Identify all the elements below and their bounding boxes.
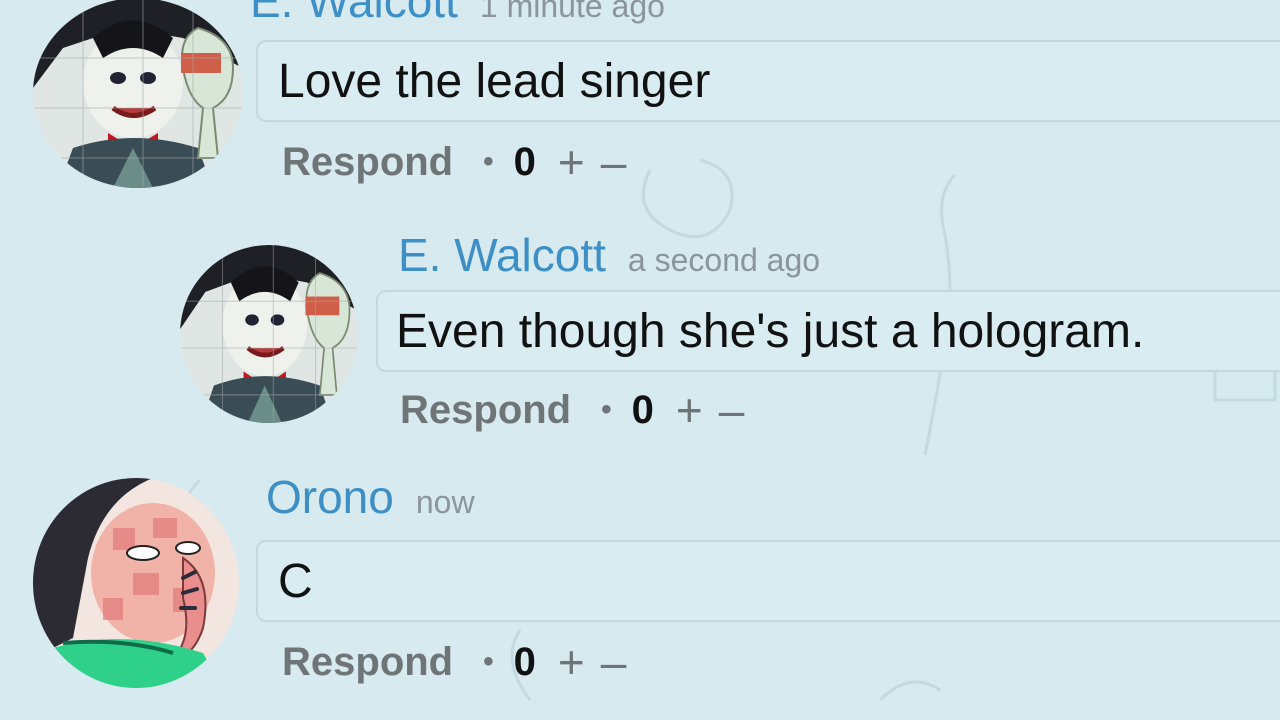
separator-dot: • [483, 145, 494, 178]
comment-text: Love the lead singer [278, 54, 711, 108]
comment-text: Even though she's just a hologram. [396, 304, 1145, 358]
comment-text-box: Love the lead singer [256, 40, 1280, 122]
respond-button[interactable]: Respond [400, 388, 571, 433]
downvote-button[interactable]: – [719, 383, 745, 437]
avatar[interactable] [180, 245, 358, 423]
separator-dot: • [483, 645, 494, 678]
respond-button[interactable]: Respond [282, 140, 453, 185]
timestamp: a second ago [627, 242, 821, 278]
separator-dot: • [601, 393, 612, 426]
comment-text: C [278, 554, 313, 608]
upvote-button[interactable]: + [558, 635, 585, 689]
avatar[interactable] [33, 478, 239, 688]
vote-score: 0 [513, 139, 536, 184]
upvote-button[interactable]: + [558, 135, 585, 189]
vampire-avatar-image [33, 0, 243, 188]
author-name[interactable]: E. Walcott [250, 0, 458, 28]
vote-score: 0 [513, 639, 536, 684]
woman-portrait-avatar-image [33, 478, 239, 688]
author-name[interactable]: Orono [266, 470, 394, 524]
author-name[interactable]: E. Walcott [398, 228, 606, 282]
downvote-button[interactable]: – [601, 635, 627, 689]
vote-score: 0 [631, 387, 654, 432]
upvote-button[interactable]: + [676, 383, 703, 437]
respond-button[interactable]: Respond [282, 640, 453, 685]
timestamp: now [415, 484, 475, 520]
downvote-button[interactable]: – [601, 135, 627, 189]
vampire-avatar-image [180, 245, 358, 423]
timestamp: 1 minute ago [479, 0, 665, 24]
avatar[interactable] [33, 0, 243, 188]
comment-text-box: Even though she's just a hologram. [376, 290, 1280, 372]
comment-text-box: C [256, 540, 1280, 622]
